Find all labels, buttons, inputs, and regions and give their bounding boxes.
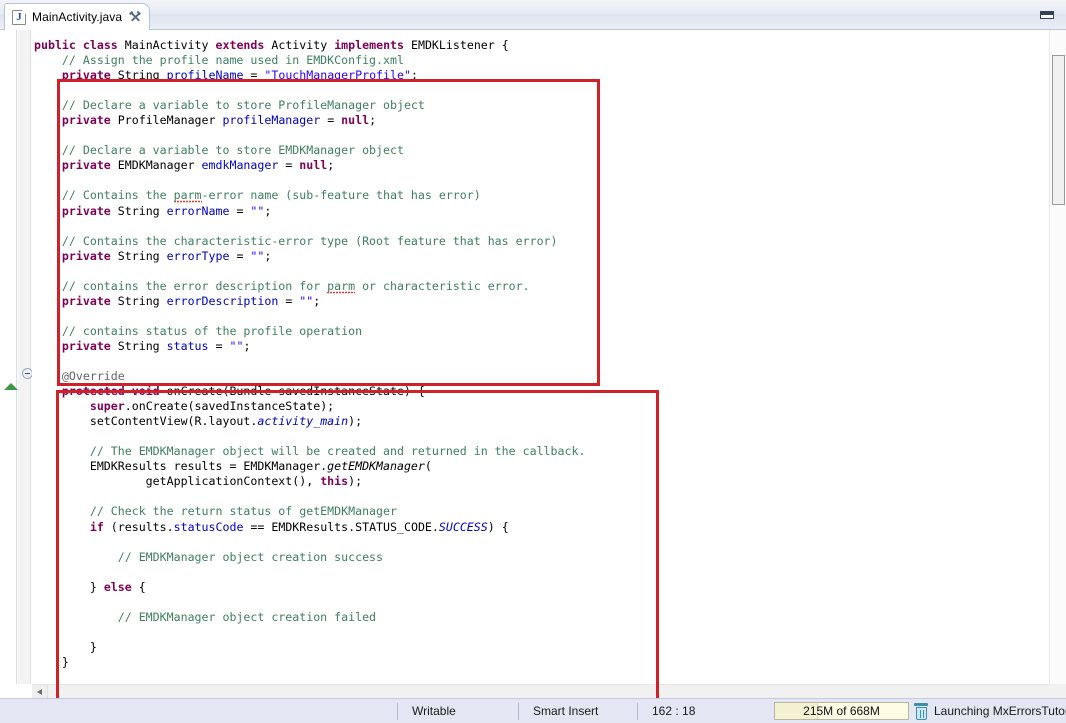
status-launch-message: Launching MxErrorsTutorial: [934, 704, 1066, 718]
editor-tab-bar: MainActivity.java: [0, 0, 1066, 30]
status-bar: Writable Smart Insert 162 : 18 215M of 6…: [0, 698, 1066, 723]
source-editor: public class MainActivity extends Activi…: [0, 30, 1066, 698]
status-cursor-position: 162 : 18: [638, 699, 768, 723]
editor-folding-ruler: [18, 30, 31, 684]
java-file-icon: [12, 10, 26, 25]
green-up-triangle-marker-icon: [4, 383, 18, 390]
status-writable: Writable: [398, 699, 518, 723]
status-insert-mode: Smart Insert: [519, 699, 637, 723]
vertical-scrollbar[interactable]: [1049, 30, 1066, 684]
horizontal-scrollbar[interactable]: [32, 684, 1049, 698]
close-icon[interactable]: [129, 11, 141, 23]
trash-can-gc-icon[interactable]: [914, 703, 928, 720]
heap-status-monitor[interactable]: 215M of 668M: [774, 702, 909, 720]
editor-annotation-ruler: [0, 30, 17, 684]
tab-mainactivity-java[interactable]: MainActivity.java: [4, 3, 150, 30]
minimize-restore-icon[interactable]: [1036, 7, 1058, 23]
code-text-area[interactable]: public class MainActivity extends Activi…: [32, 30, 1040, 684]
tab-label: MainActivity.java: [32, 10, 122, 24]
vertical-scrollbar-thumb[interactable]: [1052, 55, 1065, 205]
java-source-code[interactable]: public class MainActivity extends Activi…: [32, 30, 1040, 670]
eclipse-editor-window: MainActivity.java public class MainActiv…: [0, 0, 1066, 723]
scrollbar-corner: [1049, 684, 1066, 698]
heap-label: 215M of 668M: [775, 704, 908, 718]
scroll-left-arrow-icon[interactable]: [32, 685, 48, 699]
